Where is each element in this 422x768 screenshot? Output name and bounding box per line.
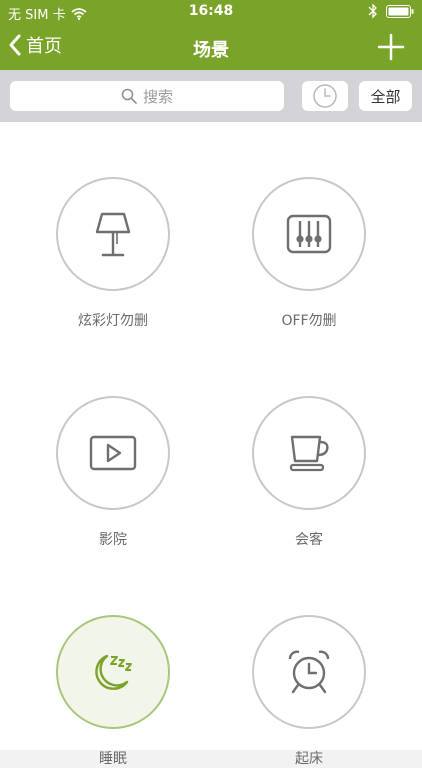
search-bar: 搜索 全部 [0,70,422,122]
scene-label: 炫彩灯勿删 [78,313,148,329]
search-placeholder: 搜索 [142,87,173,106]
scene-icon-circle [56,396,170,510]
scene-icon-circle [252,615,366,729]
scene-label: 起床 [295,751,323,767]
alarm-clock-icon [288,650,330,694]
clock-icon [313,84,337,108]
scene-tile[interactable]: 睡眠 [33,615,193,768]
scene-icon-circle [56,177,170,291]
scene-label: 睡眠 [99,751,127,767]
scene-tile[interactable]: 炫彩灯勿删 [33,177,193,330]
battery-icon [386,4,414,18]
scene-icon-circle [252,177,366,291]
bluetooth-icon [368,3,377,19]
status-right [368,3,414,19]
lamp-icon [95,212,131,257]
status-bar: 无 SIM 卡 16:48 [0,0,422,24]
search-icon [121,88,137,104]
scene-label: 影院 [99,532,127,548]
scene-tile[interactable]: 影院 [33,396,193,549]
sliders-icon [286,214,332,254]
timer-filter-button[interactable] [302,81,348,111]
add-scene-button[interactable] [376,32,406,62]
all-filter-button[interactable]: 全部 [359,81,412,111]
page-title: 场景 [193,40,229,61]
search-input[interactable]: 搜索 [10,81,284,111]
scene-label: OFF勿删 [281,313,337,329]
scene-tile[interactable]: 会客 [229,396,389,549]
cup-icon [289,435,329,472]
status-time: 16:48 [188,3,234,19]
scene-grid: 炫彩灯勿删 OFF勿删 影院 会客 睡眠 起床 [0,122,422,767]
scene-label: 会客 [295,532,323,548]
play-icon [89,435,137,471]
scene-icon-circle [252,396,366,510]
scene-tile[interactable]: 起床 [229,615,389,768]
moon-sleep-icon [95,654,132,690]
scene-tile[interactable]: OFF勿删 [229,177,389,330]
nav-bar: 首页 场景 [0,24,422,70]
scene-icon-circle [56,615,170,729]
